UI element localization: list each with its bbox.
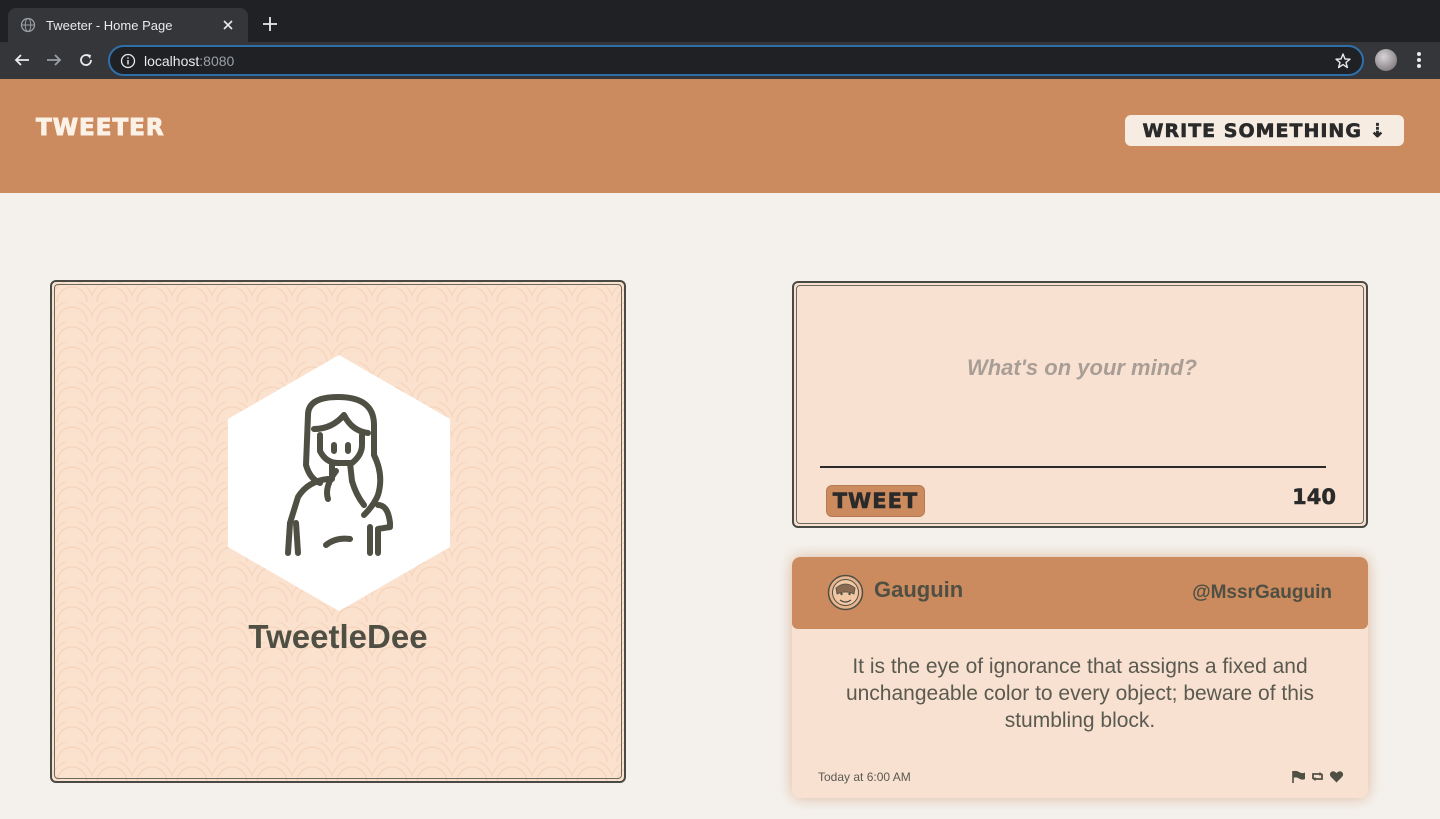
info-icon[interactable] (120, 53, 136, 69)
globe-icon (20, 17, 36, 33)
author-avatar-icon (827, 574, 864, 611)
tweet-timestamp: Today at 6:00 AM (818, 770, 911, 784)
profile-avatar-icon[interactable] (1375, 49, 1397, 71)
tweet-card: Gauguin @MssrGauguin It is the eye of ig… (792, 557, 1368, 798)
browser-toolbar: localhost:8080 (0, 42, 1440, 79)
tweet-submit-button[interactable]: Tweet (826, 485, 925, 517)
reload-icon[interactable] (74, 48, 98, 72)
url-port: :8080 (199, 52, 235, 69)
tweet-text: It is the eye of ignorance that assigns … (845, 655, 1315, 732)
new-tab-button[interactable] (258, 12, 282, 36)
back-arrow-icon[interactable] (10, 48, 34, 72)
forward-arrow-icon[interactable] (42, 48, 66, 72)
browser-tab[interactable]: Tweeter - Home Page (8, 8, 248, 42)
retweet-icon[interactable] (1310, 769, 1325, 784)
tweet-text-input[interactable]: What's on your mind? (822, 355, 1342, 381)
tweet-actions (1291, 769, 1344, 784)
browser-menu-icon[interactable] (1410, 50, 1428, 70)
bookmark-star-icon[interactable] (1334, 52, 1352, 70)
tweet-header: Gauguin @MssrGauguin (792, 557, 1368, 629)
tweet-author-name: Gauguin (874, 577, 964, 602)
profile-card: TweetleDee (50, 280, 626, 783)
tab-title: Tweeter - Home Page (46, 17, 173, 33)
url-host: localhost (144, 52, 200, 69)
character-counter: 140 (1292, 485, 1336, 510)
browser-tab-bar: Tweeter - Home Page (0, 0, 1440, 42)
user-avatar (228, 355, 450, 611)
write-something-button[interactable]: Write Something ⇣ (1125, 115, 1404, 146)
flag-icon[interactable] (1291, 769, 1306, 784)
close-tab-icon[interactable] (220, 17, 236, 33)
site-header: Tweeter Write Something ⇣ (0, 79, 1440, 193)
tweet-author-handle: @MssrGauguin (1192, 582, 1332, 603)
profile-username: TweetleDee (248, 618, 428, 655)
compose-divider (820, 466, 1326, 468)
site-logo[interactable]: Tweeter (36, 115, 165, 142)
address-bar[interactable]: localhost:8080 (108, 45, 1364, 76)
heart-icon[interactable] (1329, 769, 1344, 784)
compose-tweet-box: What's on your mind? Tweet 140 (792, 281, 1368, 528)
